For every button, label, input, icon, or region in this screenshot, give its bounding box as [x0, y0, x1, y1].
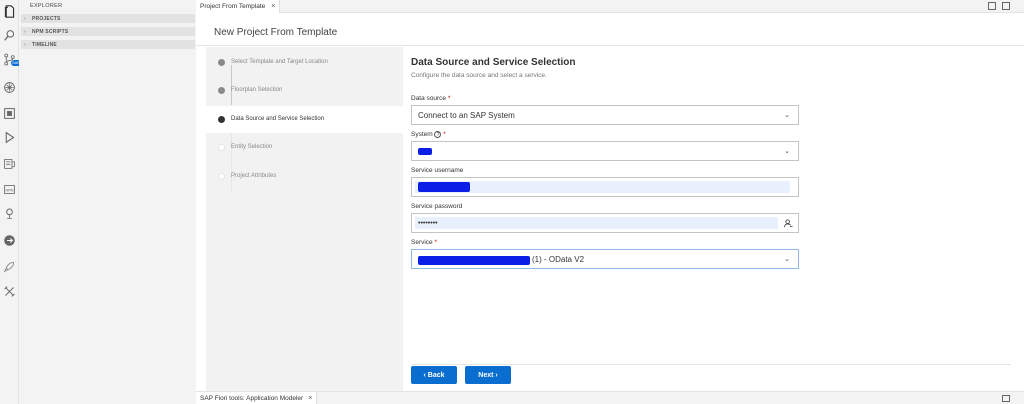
- editor-area: New Project From Template Select Templat…: [196, 13, 1024, 391]
- section-timeline[interactable]: › TIMELINE: [21, 40, 195, 49]
- step-label: Data Source and Service Selection: [231, 116, 325, 122]
- wizard-step: Project Attributes: [206, 163, 403, 190]
- activity-bar: SAP NPM: [0, 0, 22, 404]
- section-label: PROJECTS: [32, 15, 61, 22]
- redaction-mark: [418, 182, 470, 192]
- form-subtitle: Configure the data source and select a s…: [411, 72, 547, 79]
- username-input[interactable]: [411, 177, 799, 197]
- autofill-background: [415, 181, 790, 193]
- back-button[interactable]: ‹ Back: [411, 366, 457, 384]
- service-label: Service *: [411, 239, 438, 246]
- close-icon[interactable]: ×: [308, 395, 312, 402]
- close-icon[interactable]: ×: [271, 3, 275, 10]
- step-done-icon: [218, 87, 225, 94]
- wizard-step-current[interactable]: Data Source and Service Selection: [206, 106, 403, 133]
- wizard-step[interactable]: Floorplan Selection: [206, 77, 403, 104]
- maximize-panel-icon[interactable]: [1002, 395, 1010, 402]
- username-label: Service username: [411, 167, 464, 174]
- rocket-icon[interactable]: [2, 259, 16, 273]
- form-title: Data Source and Service Selection: [411, 57, 576, 68]
- service-center-icon[interactable]: [2, 206, 16, 220]
- run-icon[interactable]: [2, 130, 16, 144]
- autofill-background: [415, 217, 778, 229]
- redaction-mark: [418, 256, 530, 265]
- deploy-icon[interactable]: [2, 233, 16, 247]
- bottom-panel-bar: SAP Fiori tools: Application Modeler ×: [196, 391, 1024, 404]
- storyboard-icon[interactable]: [2, 156, 16, 170]
- step-label: Select Template and Target Location: [231, 59, 328, 65]
- tab-label: Project From Template: [200, 3, 266, 10]
- step-pending-icon: [218, 144, 225, 151]
- form-panel: Data Source and Service Selection Config…: [411, 47, 1011, 391]
- search-icon[interactable]: [2, 28, 16, 42]
- chevron-down-icon: ⌄: [784, 112, 790, 119]
- divider: [411, 364, 1011, 365]
- step-label: Project Attributes: [231, 173, 277, 179]
- section-npm-scripts[interactable]: › NPM SCRIPTS: [21, 27, 195, 36]
- system-select[interactable]: ⌄: [411, 141, 799, 161]
- data-source-label: Data source *: [411, 95, 451, 102]
- password-label: Service password: [411, 203, 463, 210]
- explorer-title: EXPLORER: [30, 3, 63, 9]
- wizard-steps: Select Template and Target Location Floo…: [206, 47, 403, 391]
- step-label: Entity Selection: [231, 144, 273, 150]
- tab-label: SAP Fiori tools: Application Modeler: [200, 395, 304, 402]
- page-title: New Project From Template: [214, 27, 338, 38]
- debug-icon[interactable]: [2, 80, 16, 94]
- svg-text:NPM: NPM: [5, 188, 13, 192]
- wizard-step: Entity Selection: [206, 134, 403, 161]
- data-source-select[interactable]: Connect to an SAP System ⌄: [411, 105, 799, 125]
- chevron-right-icon: ›: [24, 41, 26, 48]
- step-pending-icon: [218, 173, 225, 180]
- wizard-step[interactable]: Select Template and Target Location: [206, 49, 403, 76]
- chevron-down-icon: ⌄: [784, 256, 790, 263]
- tools-icon[interactable]: [2, 284, 16, 298]
- system-label: System ? *: [411, 131, 446, 139]
- section-label: TIMELINE: [32, 41, 57, 48]
- section-label: NPM SCRIPTS: [32, 28, 69, 35]
- service-select[interactable]: (1) - OData V2 ⌄: [411, 249, 799, 269]
- source-control-icon[interactable]: SAP: [2, 52, 22, 66]
- password-value: ••••••••: [418, 219, 438, 227]
- section-projects[interactable]: › PROJECTS: [21, 14, 195, 23]
- maximize-icon[interactable]: [1002, 2, 1010, 10]
- npm-icon[interactable]: NPM: [2, 182, 16, 196]
- step-done-icon: [218, 59, 225, 66]
- step-current-icon: [218, 116, 225, 123]
- tab-application-modeler[interactable]: SAP Fiori tools: Application Modeler ×: [196, 392, 318, 404]
- explorer-panel: EXPLORER › PROJECTS › NPM SCRIPTS › TIME…: [19, 0, 196, 404]
- split-editor-icon[interactable]: [988, 2, 996, 10]
- user-key-icon[interactable]: [784, 219, 793, 228]
- divider: [196, 45, 1024, 46]
- redaction-mark: [418, 148, 432, 155]
- chevron-right-icon: ›: [24, 15, 26, 22]
- help-icon[interactable]: ?: [434, 131, 442, 138]
- chevron-down-icon: ⌄: [784, 148, 790, 155]
- editor-tab-bar: Project From Template ×: [196, 0, 1024, 13]
- chevron-right-icon: ›: [24, 28, 26, 35]
- next-button[interactable]: Next ›: [465, 366, 511, 384]
- extensions-icon[interactable]: [2, 106, 16, 120]
- service-value: (1) - OData V2: [532, 254, 585, 264]
- step-label: Floorplan Selection: [231, 87, 283, 93]
- tab-project-from-template[interactable]: Project From Template ×: [196, 0, 280, 13]
- files-icon[interactable]: [2, 4, 16, 18]
- data-source-value: Connect to an SAP System: [418, 110, 515, 120]
- password-input[interactable]: ••••••••: [411, 213, 799, 233]
